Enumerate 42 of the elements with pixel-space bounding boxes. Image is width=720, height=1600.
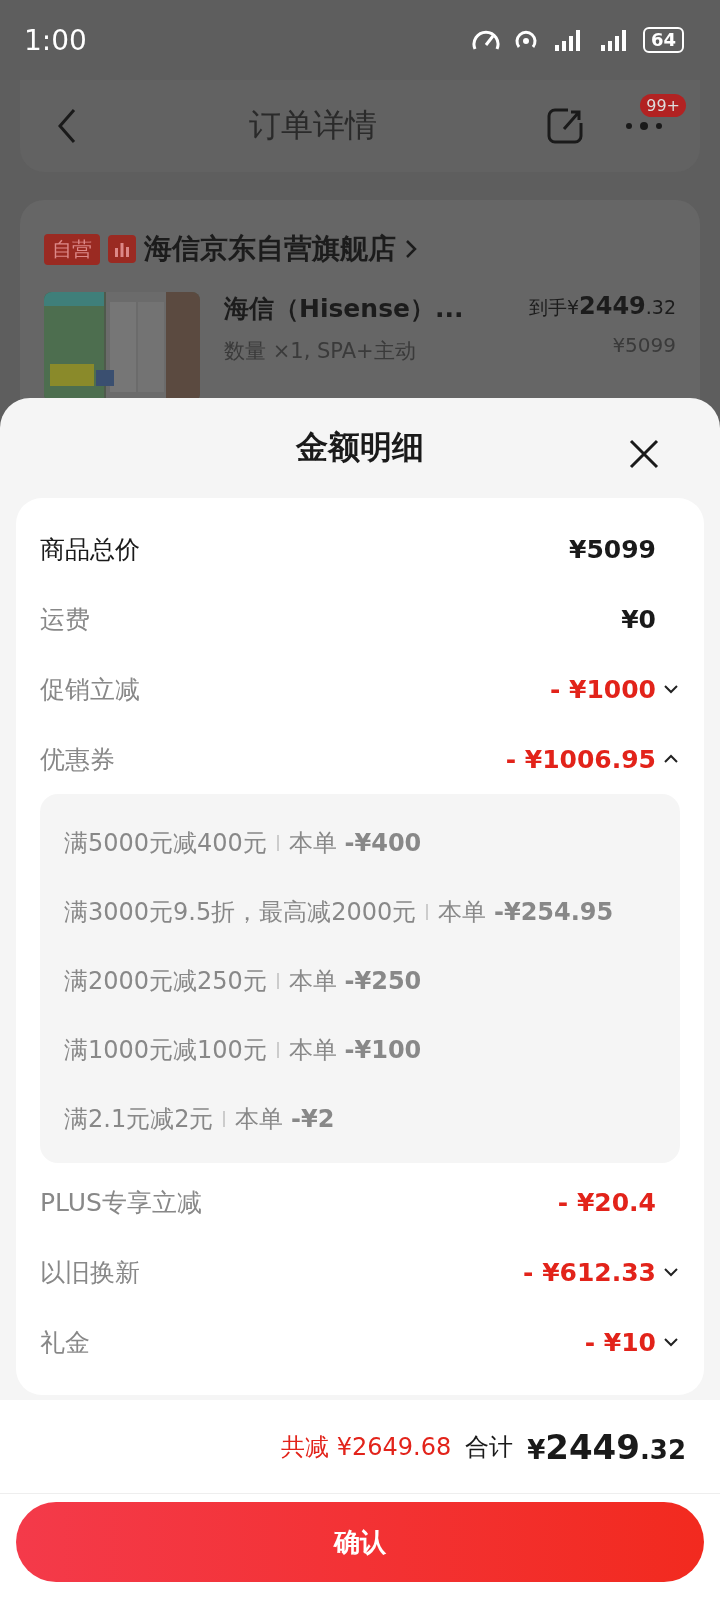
sheet-title: 金额明细 — [296, 427, 424, 468]
notification-badge: 99+ — [640, 94, 686, 117]
row-label: 商品总价 — [40, 533, 140, 566]
row-label: 礼金 — [40, 1326, 90, 1359]
coupon-condition: 满3000元9.5折，最高减2000元 — [64, 896, 417, 928]
coupon-amount: 本单 -¥2 — [235, 1103, 335, 1135]
amount-value: - ¥20.4 — [557, 1187, 656, 1217]
row-label: PLUS专享立减 — [40, 1186, 202, 1219]
amount-value: - ¥1006.95 — [505, 744, 656, 774]
coupon-amount: 本单 -¥254.95 — [438, 896, 614, 928]
battery-level: 64 — [642, 27, 684, 53]
total-label: 合计 — [465, 1431, 514, 1463]
total-amount: ¥2449.32 — [527, 1426, 686, 1467]
row-label: 促销立减 — [40, 673, 140, 706]
amount-value: - ¥10 — [584, 1327, 656, 1357]
amount-value: - ¥612.33 — [523, 1257, 656, 1287]
coupon-condition: 满2000元减250元 — [64, 965, 267, 997]
more-icon[interactable] — [624, 121, 664, 131]
amount-value: ¥5099 — [569, 534, 656, 564]
chevron-right-icon — [404, 238, 418, 260]
page-title: 订单详情 — [248, 105, 378, 146]
clock-time: 1:00 — [24, 23, 87, 57]
row-label: 以旧换新 — [40, 1256, 140, 1289]
amount-value: - ¥1000 — [549, 674, 656, 704]
store-icon — [108, 235, 136, 263]
product-title[interactable]: 海信（Hisense）... — [224, 292, 505, 325]
row-label: 优惠券 — [40, 743, 115, 776]
share-icon[interactable] — [546, 107, 584, 145]
coupon-condition: 满1000元减100元 — [64, 1034, 267, 1066]
confirm-button[interactable]: 确认 — [16, 1502, 704, 1582]
coupon-condition: 满5000元减400元 — [64, 827, 267, 859]
amount-value: ¥0 — [621, 604, 656, 634]
coupon-condition: 满2.1元减2元 — [64, 1103, 214, 1135]
row-label: 运费 — [40, 603, 90, 636]
coupon-amount: 本单 -¥250 — [288, 965, 422, 997]
store-name[interactable]: 海信京东自营旗舰店 — [144, 230, 396, 268]
store-tag: 自营 — [44, 233, 100, 265]
coupon-amount: 本单 -¥400 — [288, 827, 422, 859]
total-savings: 共减 ¥2649.68 — [281, 1431, 452, 1463]
final-price: 到手¥2449.32 — [528, 292, 676, 321]
close-icon — [628, 438, 660, 470]
coupon-amount: 本单 -¥100 — [288, 1034, 422, 1066]
